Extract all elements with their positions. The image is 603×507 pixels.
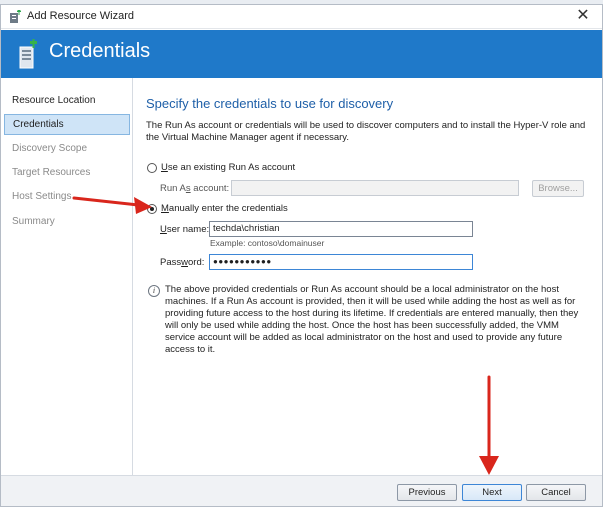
step-discovery-scope: Discovery Scope [12, 143, 88, 154]
cancel-button[interactable]: Cancel [526, 484, 586, 501]
main-panel: Specify the credentials to use for disco… [134, 78, 602, 475]
browse-button[interactable]: Browse... [532, 180, 584, 197]
wizard-steps-nav: Resource Location Credentials Discovery … [1, 78, 133, 475]
radio-existing-runas-label[interactable]: Use an existing Run As account [161, 162, 295, 173]
title-bar: Add Resource Wizard ✕ [1, 5, 602, 29]
step-host-settings: Host Settings [12, 191, 72, 202]
next-button[interactable]: Next [462, 484, 522, 501]
previous-button[interactable]: Previous [397, 484, 457, 501]
page-banner: Credentials [1, 30, 602, 78]
step-target-resources: Target Resources [12, 167, 91, 178]
step-summary: Summary [12, 216, 55, 227]
radio-manual-credentials-label[interactable]: Manually enter the credentials [161, 203, 288, 214]
username-example-hint: Example: contoso\domainuser [210, 238, 325, 248]
runas-account-label: Run As account: [160, 183, 230, 194]
runas-account-field[interactable] [231, 180, 519, 196]
wizard-footer: Previous Next Cancel [1, 475, 602, 506]
wizard-app-icon [10, 10, 21, 23]
credentials-note: The above provided credentials or Run As… [165, 284, 579, 355]
username-label: User name: [160, 224, 210, 235]
radio-existing-runas[interactable] [147, 163, 157, 173]
step-resource-location[interactable]: Resource Location [4, 91, 130, 112]
window-title: Add Resource Wizard [27, 10, 134, 22]
radio-manual-credentials[interactable] [147, 204, 157, 214]
password-field[interactable]: ●●●●●●●●●●● [209, 254, 473, 270]
section-heading: Specify the credentials to use for disco… [146, 96, 394, 111]
password-label: Password: [160, 257, 205, 268]
credentials-server-icon [19, 39, 37, 69]
close-icon[interactable]: ✕ [574, 7, 592, 25]
page-title: Credentials [49, 40, 151, 62]
info-icon: i [148, 285, 160, 297]
username-field[interactable]: techda\christian [209, 221, 473, 237]
wizard-window: Add Resource Wizard ✕ Credentials Resour… [0, 4, 603, 507]
section-description: The Run As account or credentials will b… [146, 120, 586, 143]
step-credentials[interactable]: Credentials [4, 114, 130, 135]
